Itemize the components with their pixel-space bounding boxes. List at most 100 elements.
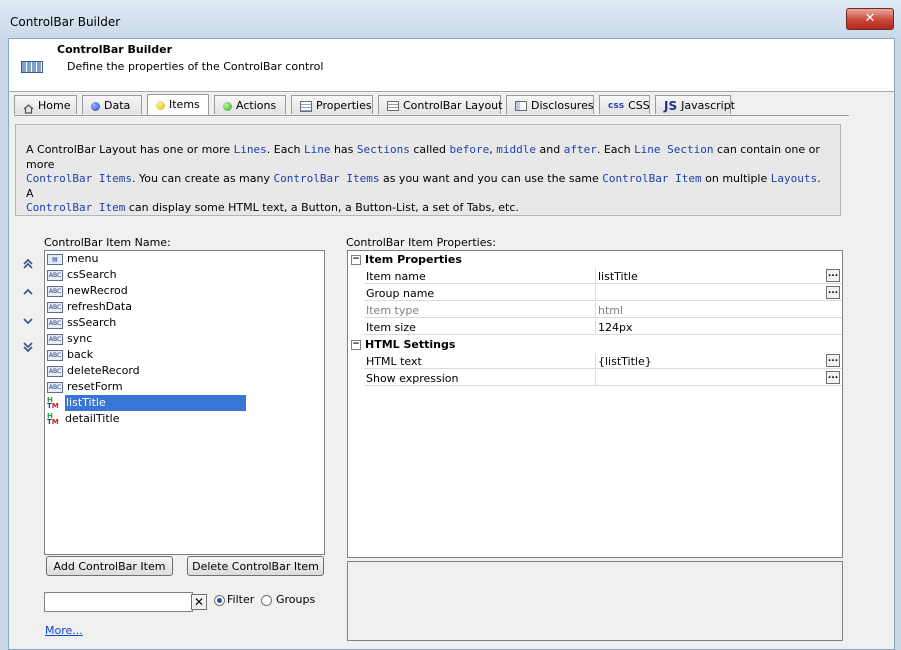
more-link[interactable]: More... — [45, 624, 83, 637]
blue-dot-icon — [91, 101, 100, 111]
info-panel: A ControlBar Layout has one or more Line… — [15, 124, 841, 216]
property-row-item-type: Item type html — [348, 302, 842, 319]
property-name: HTML text — [364, 353, 596, 369]
css-icon: css — [608, 100, 625, 111]
green-dot-icon — [223, 101, 232, 111]
info-line-2: ControlBar Items. You can create as many… — [26, 172, 830, 201]
move-down-icon[interactable] — [22, 315, 34, 327]
property-name: Show expression — [364, 370, 596, 386]
property-value[interactable] — [596, 285, 842, 301]
ellipsis-button[interactable]: ... — [826, 286, 840, 299]
tab-properties[interactable]: Properties — [291, 95, 373, 114]
html-item-icon: H TM — [47, 396, 59, 410]
collapse-icon[interactable]: − — [351, 340, 361, 350]
list-item-label: newRecrod — [67, 284, 128, 297]
category-item-properties[interactable]: − Item Properties — [348, 251, 842, 268]
info-code: before — [449, 143, 490, 156]
tab-label: CSS — [628, 99, 650, 112]
header-title: ControlBar Builder — [57, 43, 173, 56]
category-html-settings[interactable]: − HTML Settings — [348, 336, 842, 353]
tab-controlbar-layout[interactable]: ControlBar Layout — [378, 95, 503, 114]
groups-radio[interactable] — [261, 595, 272, 606]
tab-label: Disclosures — [531, 99, 594, 112]
info-text: on multiple — [701, 172, 771, 185]
tab-label: ControlBar Layout — [403, 99, 503, 112]
list-item-label: csSearch — [67, 268, 117, 281]
property-value[interactable]: {listTitle} — [596, 353, 842, 369]
property-row-show-expression[interactable]: Show expression ... — [348, 370, 842, 387]
info-code: Sections — [356, 143, 410, 156]
item-properties-label: ControlBar Item Properties: — [346, 236, 496, 249]
move-up-icon[interactable] — [22, 286, 34, 298]
properties-icon — [300, 100, 312, 112]
filter-radio[interactable] — [214, 595, 225, 606]
list-item-label: deleteRecord — [67, 364, 140, 377]
ellipsis-button[interactable]: ... — [826, 354, 840, 367]
list-item[interactable]: H TM detailTitle — [47, 411, 120, 427]
add-item-button[interactable]: Add ControlBar Item — [46, 556, 173, 576]
abc-item-icon: ABC — [47, 269, 63, 281]
title-bar: ControlBar Builder ✕ — [0, 0, 901, 40]
move-top-icon[interactable] — [22, 258, 34, 270]
tab-data[interactable]: Data — [82, 95, 142, 114]
filter-input[interactable] — [44, 592, 193, 612]
property-row-item-size[interactable]: Item size 124px — [348, 319, 842, 336]
list-item[interactable]: ABC deleteRecord — [47, 363, 140, 379]
list-item[interactable]: ABC refreshData — [47, 299, 132, 315]
layout-icon — [387, 101, 399, 111]
info-text: . Each — [596, 143, 635, 156]
controlbar-icon — [21, 61, 43, 73]
info-line-3: ControlBar Item can display some HTML te… — [26, 201, 830, 216]
info-code: Line — [303, 143, 331, 156]
tab-label: Items — [169, 98, 200, 111]
tab-javascript[interactable]: JS Javascript — [655, 95, 735, 114]
ellipsis-button[interactable]: ... — [826, 269, 840, 282]
ellipsis-button[interactable]: ... — [826, 371, 840, 384]
list-item[interactable]: ABC ssSearch — [47, 315, 116, 331]
js-icon: JS — [664, 98, 678, 113]
yellow-dot-icon — [156, 100, 165, 110]
property-value[interactable]: 124px — [596, 319, 842, 335]
info-code: Lines — [233, 143, 267, 156]
delete-item-button[interactable]: Delete ControlBar Item — [187, 556, 324, 576]
list-item[interactable]: ABC resetForm — [47, 379, 123, 395]
list-item[interactable]: ABC csSearch — [47, 267, 117, 283]
property-row-item-name[interactable]: Item name listTitle ... — [348, 268, 842, 285]
list-item[interactable]: ▤ menu — [47, 251, 98, 267]
move-bottom-icon[interactable] — [22, 341, 34, 353]
property-value[interactable]: listTitle — [596, 268, 842, 284]
item-list[interactable]: ▤ menu ABC csSearch ABC newRecrod ABC refres… — [44, 250, 325, 555]
menu-item-icon: ▤ — [47, 253, 63, 265]
property-row-group-name[interactable]: Group name ... — [348, 285, 842, 302]
list-item-label: detailTitle — [65, 412, 120, 425]
category-title: Item Properties — [365, 253, 462, 266]
info-code: middle — [496, 143, 537, 156]
abc-item-icon: ABC — [47, 301, 63, 313]
info-text: . You can create as many — [131, 172, 274, 185]
collapse-icon[interactable]: − — [351, 255, 361, 265]
tab-items[interactable]: Items — [147, 94, 209, 115]
property-row-html-text[interactable]: HTML text {listTitle} ... — [348, 353, 842, 370]
tab-actions[interactable]: Actions — [214, 95, 286, 114]
list-item[interactable]: ABC back — [47, 347, 93, 363]
list-item[interactable]: ABC sync — [47, 331, 92, 347]
property-value[interactable] — [596, 370, 842, 386]
category-title: HTML Settings — [365, 338, 456, 351]
close-button[interactable]: ✕ — [846, 8, 894, 30]
header-subtitle: Define the properties of the ControlBar … — [67, 60, 324, 73]
tab-disclosures[interactable]: Disclosures — [506, 95, 594, 114]
info-code: ControlBar Items — [26, 172, 132, 185]
list-item-label: refreshData — [67, 300, 132, 313]
property-grid[interactable]: − Item Properties Item name listTitle ..… — [347, 250, 843, 558]
list-item[interactable]: H TM listTitle — [47, 395, 246, 411]
home-icon — [23, 101, 34, 114]
html-item-icon: H TM — [47, 412, 59, 426]
tab-home[interactable]: Home — [14, 95, 77, 114]
abc-item-icon: ABC — [47, 381, 63, 393]
clear-filter-button[interactable]: ✕ — [191, 594, 207, 610]
item-name-label: ControlBar Item Name: — [44, 236, 171, 249]
tab-css[interactable]: css CSS — [599, 95, 650, 114]
list-item[interactable]: ABC newRecrod — [47, 283, 128, 299]
info-code: Layouts — [770, 172, 818, 185]
info-text: A ControlBar Layout has one or more — [26, 143, 234, 156]
